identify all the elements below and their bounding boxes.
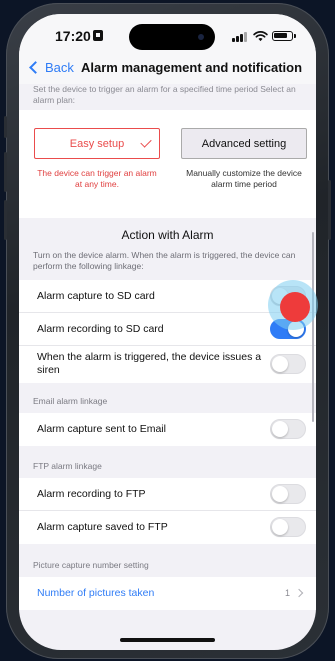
easy-setup-button[interactable]: Easy setup (34, 128, 160, 159)
advanced-setting-description: Manually customize the device alarm time… (186, 168, 302, 189)
alarm-plan-panel: Easy setup Advanced setting The device c… (19, 110, 316, 218)
email-group: Alarm capture sent to Email (19, 413, 316, 446)
email-section-header: Email alarm linkage (33, 396, 108, 406)
dynamic-island (129, 24, 215, 50)
status-bar: 17:20 (19, 14, 316, 54)
capture-ftp-toggle[interactable] (270, 517, 306, 537)
toggle-knob (272, 356, 288, 372)
toggle-knob (272, 486, 288, 502)
list-item: Alarm recording to FTP (19, 478, 316, 511)
volume-down-button (4, 200, 7, 240)
cellular-signal-icon (232, 31, 248, 42)
alarm-plan-hint: Set the device to trigger an alarm for a… (33, 84, 296, 105)
power-button (328, 180, 331, 240)
setting-label: Alarm recording to SD card (37, 323, 164, 335)
recording-ftp-toggle[interactable] (270, 484, 306, 504)
ftp-section-header: FTP alarm linkage (33, 461, 102, 471)
phone-screen: 17:20 Back Alarm management and notifica… (19, 14, 316, 650)
capture-group: Number of pictures taken 1 (19, 577, 316, 610)
status-time: 17:20 (55, 28, 91, 44)
battery-icon (272, 31, 296, 41)
back-button[interactable]: Back (29, 60, 74, 75)
touch-indicator-dot (280, 292, 310, 322)
back-label: Back (45, 60, 74, 75)
wifi-icon (253, 31, 268, 42)
volume-up-button (4, 152, 7, 192)
toggle-knob (272, 421, 288, 437)
sim-card-icon (93, 30, 103, 41)
home-indicator (120, 638, 215, 642)
easy-setup-label: Easy setup (69, 137, 125, 150)
easy-setup-description: The device can trigger an alarm at any t… (37, 168, 157, 189)
toggle-knob (272, 519, 288, 535)
capture-email-toggle[interactable] (270, 419, 306, 439)
checkmark-icon (140, 136, 152, 148)
setting-label: Number of pictures taken (37, 587, 155, 599)
list-item: Alarm capture saved to FTP (19, 511, 316, 544)
setting-label: Alarm capture sent to Email (37, 423, 166, 435)
navigation-bar: Back Alarm management and notification (19, 54, 316, 84)
action-section-description: Turn on the device alarm. When the alarm… (33, 250, 296, 271)
ftp-group: Alarm recording to FTP Alarm capture sav… (19, 478, 316, 544)
advanced-setting-button[interactable]: Advanced setting (181, 128, 307, 159)
chevron-right-icon (294, 588, 304, 598)
pictures-number-row[interactable]: Number of pictures taken 1 (19, 577, 316, 610)
advanced-setting-label: Advanced setting (201, 137, 287, 150)
setting-label: Alarm capture saved to FTP (37, 521, 168, 533)
pictures-number-value: 1 (284, 588, 290, 598)
action-section-title: Action with Alarm (121, 228, 214, 242)
capture-section-header: Picture capture number setting (33, 560, 149, 570)
page-title: Alarm management and notification (81, 60, 303, 75)
setting-label: Alarm recording to FTP (37, 488, 146, 500)
scrollbar[interactable] (312, 232, 314, 422)
list-item: Alarm capture sent to Email (19, 413, 316, 446)
chevron-left-icon (29, 61, 42, 74)
silent-switch (4, 116, 7, 138)
settings-content[interactable]: Set the device to trigger an alarm for a… (19, 84, 316, 650)
setting-label: Alarm capture to SD card (37, 290, 155, 302)
siren-toggle[interactable] (270, 354, 306, 374)
setting-label: When the alarm is triggered, the device … (37, 351, 262, 376)
list-item: When the alarm is triggered, the device … (19, 346, 316, 383)
